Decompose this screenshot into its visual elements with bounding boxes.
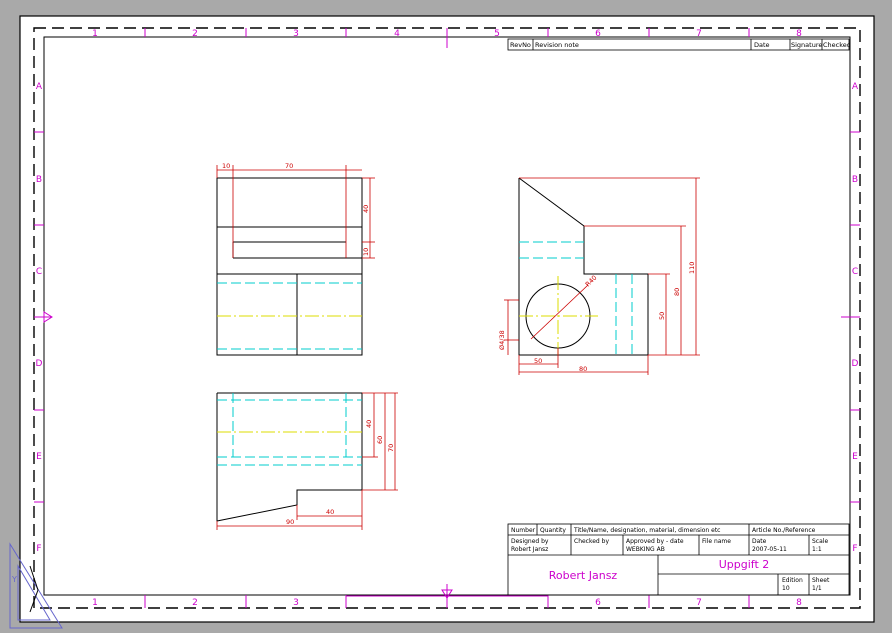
- col-label: 5: [494, 29, 500, 39]
- col-label: 7: [696, 29, 702, 39]
- drawing-title: Uppgift 2: [719, 558, 770, 571]
- col-label: 8: [796, 29, 802, 39]
- drawing-sheet: [19, 15, 875, 623]
- dim-text: 80: [673, 288, 681, 296]
- checked-by-label: Checked by: [574, 538, 609, 545]
- dim-text: 70: [285, 162, 293, 170]
- row-label: F: [36, 544, 41, 554]
- dim-text: 50: [658, 312, 666, 320]
- dim-text: 40: [326, 508, 334, 516]
- dim-text: 40: [365, 420, 373, 428]
- row-label: C: [36, 267, 42, 277]
- col-label: 3: [293, 29, 299, 39]
- number-label: Number: [511, 527, 536, 534]
- col-label: 2: [192, 598, 198, 608]
- ucs-y-label: Y: [11, 575, 17, 584]
- dim-text: 50: [534, 357, 542, 365]
- col-label: 6: [595, 29, 601, 39]
- date-label: Date: [754, 41, 770, 49]
- author-name: Robert Jansz: [549, 569, 618, 582]
- checked-label: Checked: [823, 41, 851, 49]
- date-value: 2007-05-11: [752, 546, 787, 553]
- col-label: 6: [595, 598, 601, 608]
- edition-value: 10: [782, 585, 790, 592]
- row-label: D: [852, 359, 859, 369]
- col-label: 1: [92, 29, 98, 39]
- row-label: B: [36, 175, 42, 185]
- col-label: 4: [394, 29, 400, 39]
- col-label: 7: [696, 598, 702, 608]
- edition-label: Edition: [782, 577, 803, 584]
- col-label: 1: [92, 598, 98, 608]
- quantity-label: Quantity: [540, 527, 566, 534]
- col-label: 2: [192, 29, 198, 39]
- signature-label: Signature: [791, 41, 822, 49]
- dim-text: 10: [222, 162, 230, 170]
- designed-by-label: Designed by: [511, 538, 549, 545]
- dim-text: Ø4/38: [498, 330, 506, 350]
- revno-label: RevNo: [510, 41, 531, 49]
- sheet-value: 1/1: [812, 585, 822, 592]
- title-label: Title/Name, designation, material, dimen…: [573, 527, 720, 534]
- dim-text: 80: [579, 365, 587, 373]
- dim-text: 40: [362, 205, 370, 213]
- approved-by-label: Approved by - date: [626, 538, 684, 545]
- designed-by-value: Robert Jansz: [511, 546, 548, 553]
- file-name-label: File name: [702, 538, 731, 545]
- approved-by-value: WEBKING AB: [626, 546, 665, 553]
- row-label: E: [36, 452, 42, 462]
- dim-text: 90: [286, 518, 294, 526]
- sheet-label: Sheet: [812, 577, 830, 584]
- article-label: Article No./Reference: [752, 527, 816, 534]
- row-label: A: [36, 82, 43, 92]
- date-label: Date: [752, 538, 767, 545]
- row-label: B: [852, 175, 858, 185]
- row-label: C: [852, 267, 858, 277]
- drawing-canvas: 1 2 3 4 5 6 7 8 1 2 3 6 7 8 A B C D E F …: [9, 15, 875, 629]
- col-label: 3: [293, 598, 299, 608]
- row-label: E: [852, 452, 858, 462]
- dim-text: 60: [376, 436, 384, 444]
- dim-text: 110: [688, 262, 696, 274]
- col-label: 8: [796, 598, 802, 608]
- scale-value: 1:1: [812, 546, 822, 553]
- scale-label: Scale: [812, 538, 828, 545]
- dim-text: 70: [387, 444, 395, 452]
- revision-note-label: Revision note: [535, 41, 579, 49]
- row-label: D: [36, 359, 43, 369]
- row-label: A: [852, 82, 859, 92]
- dim-text: 10: [362, 248, 370, 256]
- row-label: F: [852, 544, 857, 554]
